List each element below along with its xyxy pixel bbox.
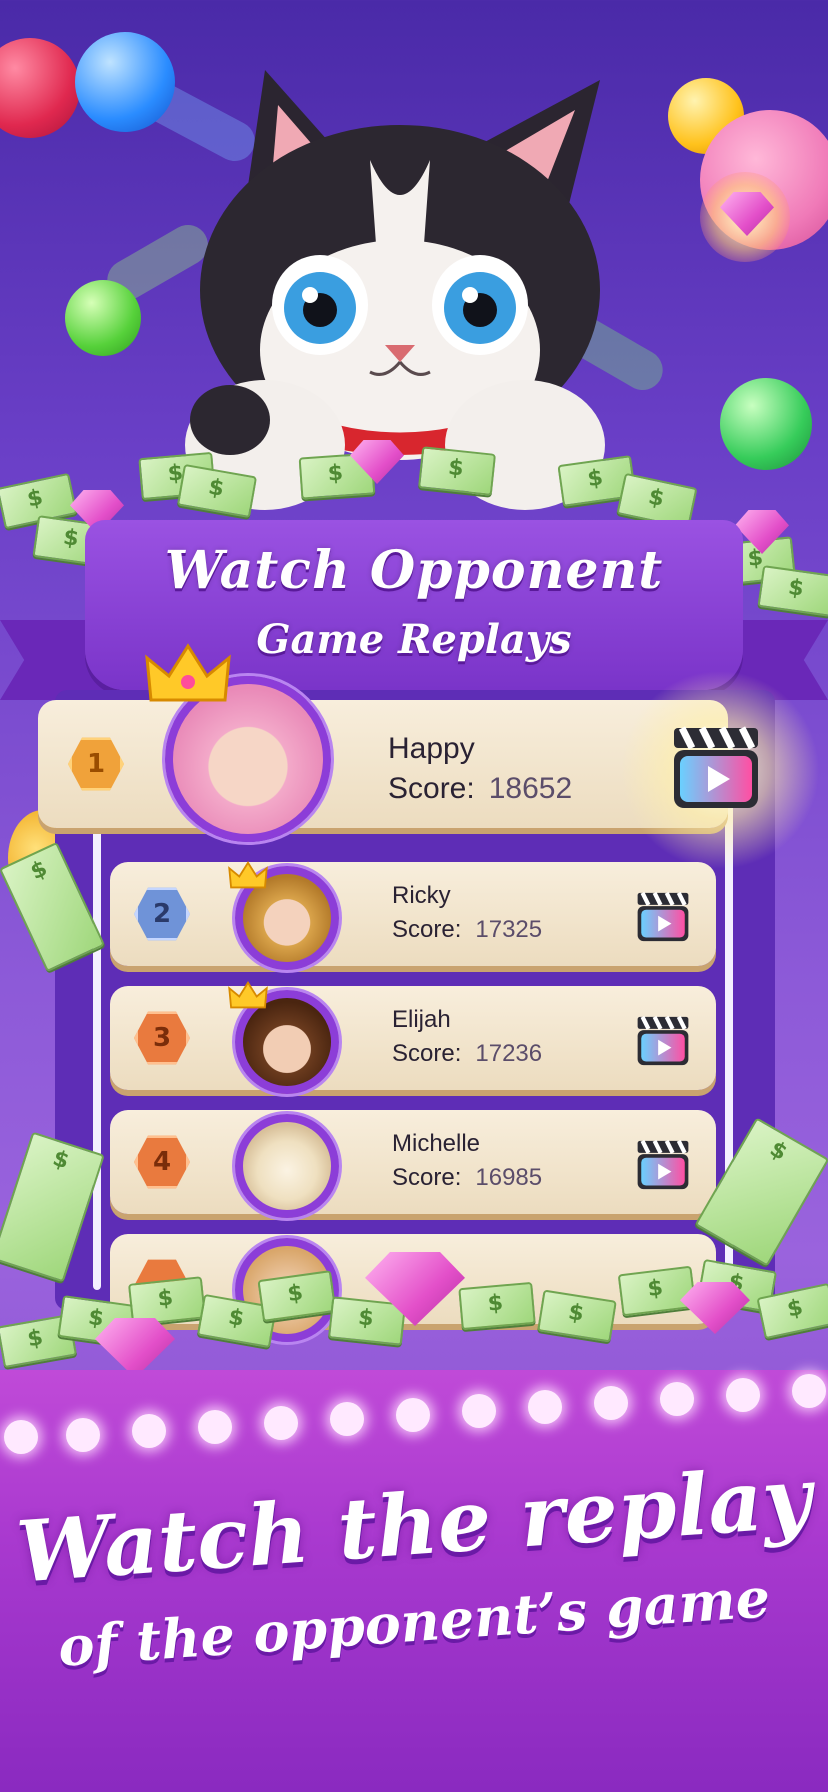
crown-icon — [228, 861, 268, 889]
player-name: Elijah — [392, 1006, 451, 1033]
rank-number: 4 — [152, 1147, 172, 1177]
leaderboard-row-3[interactable]: 3 Elijah Score: 17236 — [110, 986, 716, 1090]
replay-button-2[interactable] — [634, 888, 692, 946]
green-ball-left — [65, 280, 141, 356]
green-ball-right — [720, 378, 812, 470]
score-value: 16985 — [475, 1164, 543, 1191]
crown-icon — [145, 643, 231, 702]
replay-button-4[interactable] — [634, 1136, 692, 1194]
avatar-player-4 — [235, 1114, 339, 1218]
leaderboard-row-4[interactable]: 4 Michelle Score: 16985 — [110, 1110, 716, 1214]
player-score: Score: 18652 — [388, 772, 572, 806]
player-name: Happy — [388, 732, 475, 765]
rank-number: 3 — [152, 1023, 172, 1053]
rank-badge: 2 — [134, 887, 190, 941]
rank-number: 1 — [86, 749, 106, 779]
player-name: Ricky — [392, 882, 451, 909]
rank-badge: 3 — [134, 1011, 190, 1065]
score-label: Score: — [392, 916, 462, 943]
replay-button-1[interactable] — [668, 720, 764, 816]
score-label: Score: — [392, 1164, 462, 1191]
rank-badge: 1 — [68, 737, 124, 791]
score-label: Score: — [392, 1040, 462, 1067]
score-value: 17325 — [475, 916, 543, 943]
cat-mascot — [185, 70, 605, 510]
player-score: Score: 16985 — [392, 1164, 542, 1192]
score-value: 18652 — [488, 772, 573, 805]
player-name: Michelle — [392, 1130, 481, 1157]
player-score: Score: 17236 — [392, 1040, 542, 1068]
rank-number: 2 — [152, 899, 172, 929]
leaderboard-row-2[interactable]: 2 Ricky Score: 17325 — [110, 862, 716, 966]
replay-button-3[interactable] — [634, 1012, 692, 1070]
player-score: Score: 17325 — [392, 916, 542, 944]
banner-title: Watch Opponent — [164, 540, 664, 601]
red-ball — [0, 38, 80, 138]
score-label: Score: — [388, 772, 475, 805]
score-value: 17236 — [475, 1040, 543, 1067]
crown-icon — [228, 981, 268, 1009]
rank-badge: 4 — [134, 1135, 190, 1189]
blue-ball — [75, 32, 175, 132]
